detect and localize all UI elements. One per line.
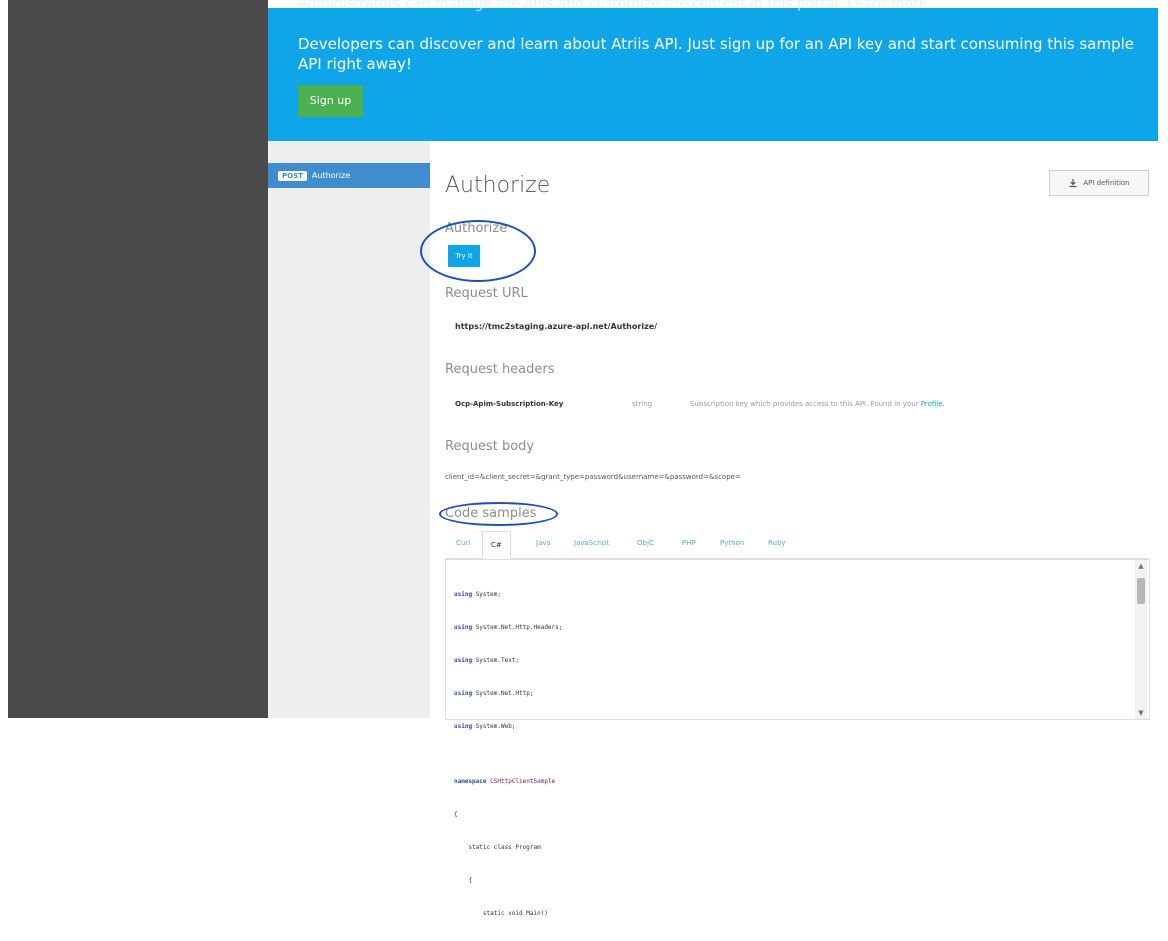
code-sample-content: using System; using System.Net.Http.Head… bbox=[454, 567, 562, 941]
profile-link[interactable]: Profile. bbox=[921, 400, 945, 408]
code-line: static void Main() bbox=[454, 910, 548, 917]
code-line: using System.Net.Http.Headers; bbox=[454, 624, 563, 631]
code-scrollbar[interactable]: ▲ ▼ bbox=[1135, 560, 1147, 719]
annotation-circle-code-samples bbox=[439, 502, 558, 526]
main-content: Authorize API definition Authorize Try i… bbox=[430, 141, 1158, 917]
page-title: Authorize bbox=[445, 173, 551, 198]
code-line: using System.Net.Http; bbox=[454, 690, 534, 697]
request-body-value: client_id=&client_secret=&grant_type=pas… bbox=[445, 473, 741, 481]
code-line: namespace CSHttpClientSample bbox=[454, 778, 556, 785]
right-strip bbox=[1158, 0, 1168, 718]
header-description-text: Subscription key which provides access t… bbox=[690, 400, 919, 408]
hero-intro-text: Developers can discover and learn about … bbox=[298, 35, 1134, 73]
header-description: Subscription key which provides access t… bbox=[690, 400, 945, 408]
signup-button[interactable]: Sign up bbox=[298, 85, 363, 117]
api-definition-label: API definition bbox=[1083, 179, 1130, 187]
code-line: { bbox=[454, 877, 473, 884]
download-icon bbox=[1068, 178, 1078, 188]
tab-javascript[interactable]: JavaScript bbox=[574, 539, 609, 557]
code-language-tabs: Curl C# Java JavaScript ObjC PHP Python … bbox=[445, 531, 1148, 559]
request-header-row: Ocp-Apim-Subscription-Key string Subscri… bbox=[455, 398, 1105, 416]
scroll-down-icon[interactable]: ▼ bbox=[1137, 709, 1145, 717]
sidebar-item-authorize[interactable]: POST Authorize bbox=[268, 163, 430, 188]
scroll-up-icon[interactable]: ▲ bbox=[1137, 562, 1145, 570]
header-type: string bbox=[632, 400, 653, 408]
tab-csharp[interactable]: C# bbox=[482, 531, 511, 559]
tab-java[interactable]: Java bbox=[536, 539, 551, 557]
request-body-label: Request body bbox=[445, 439, 535, 454]
post-method-badge: POST bbox=[278, 170, 307, 181]
annotation-circle-try-it bbox=[420, 220, 536, 282]
tab-objc[interactable]: ObjC bbox=[637, 539, 654, 557]
tab-python[interactable]: Python bbox=[720, 539, 744, 557]
operations-sidebar: POST Authorize bbox=[268, 141, 430, 718]
code-line: { bbox=[454, 811, 458, 818]
tab-curl[interactable]: Curl bbox=[456, 539, 470, 557]
request-url-label: Request URL bbox=[445, 286, 528, 301]
request-headers-label: Request headers bbox=[445, 362, 555, 377]
code-line: using System; bbox=[454, 591, 501, 598]
sidebar-item-label: Authorize bbox=[311, 171, 351, 180]
code-line: using System.Text; bbox=[454, 657, 520, 664]
hero-banner: Administrators can manage the APIs and c… bbox=[268, 0, 1158, 141]
code-line: using System.Web; bbox=[454, 723, 516, 730]
left-white-gutter bbox=[0, 0, 8, 718]
code-line: static class Program bbox=[454, 844, 541, 851]
request-url-value: https://tmc2staging.azure-api.net/Author… bbox=[455, 322, 658, 331]
scroll-thumb[interactable] bbox=[1137, 578, 1145, 604]
dark-left-panel bbox=[8, 0, 268, 718]
tab-ruby[interactable]: Ruby bbox=[768, 539, 786, 557]
api-definition-button[interactable]: API definition bbox=[1049, 170, 1149, 196]
tab-php[interactable]: PHP bbox=[682, 539, 696, 557]
header-key: Ocp-Apim-Subscription-Key bbox=[455, 400, 564, 408]
hero-top-text: Administrators can manage the APIs and c… bbox=[298, 0, 927, 12]
code-sample-box[interactable]: using System; using System.Net.Http.Head… bbox=[445, 559, 1150, 917]
